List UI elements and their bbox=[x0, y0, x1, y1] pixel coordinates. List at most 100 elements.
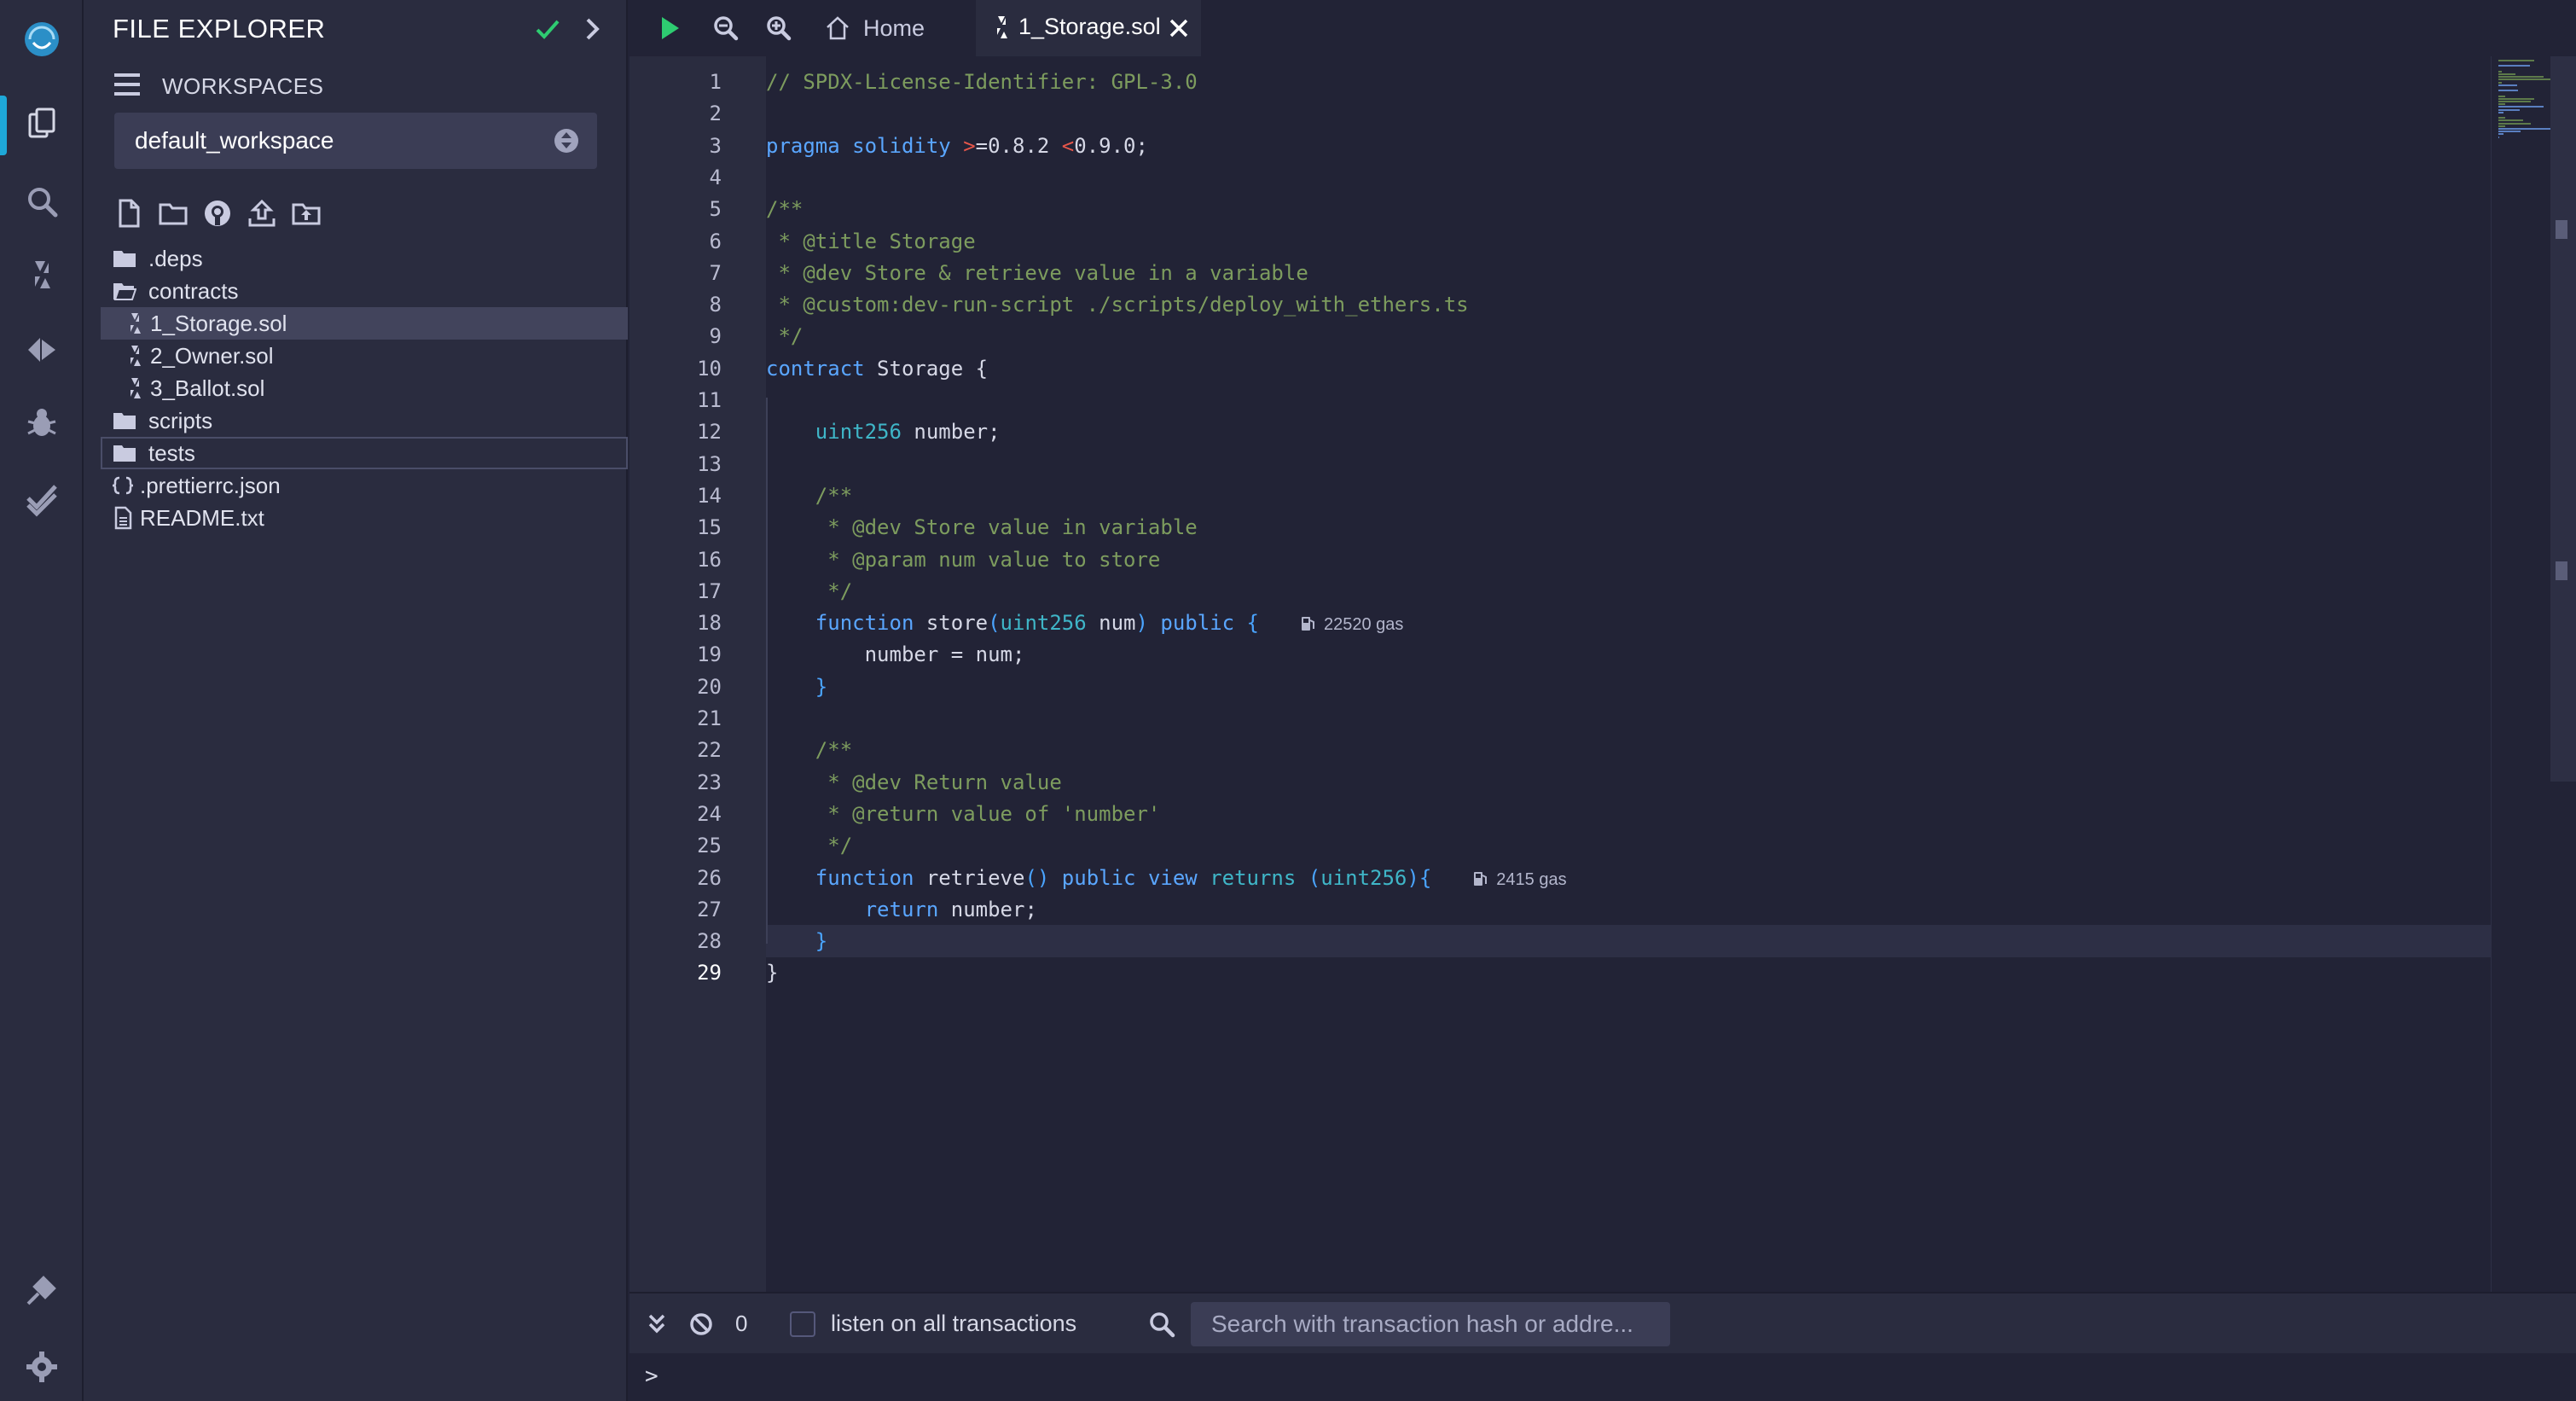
run-play-icon[interactable] bbox=[652, 10, 688, 46]
chevron-right-icon[interactable] bbox=[575, 12, 609, 46]
minimap-line bbox=[2498, 65, 2531, 67]
listen-all-transactions-label[interactable]: listen on all transactions bbox=[831, 1311, 1076, 1337]
line-number: 9 bbox=[709, 324, 722, 349]
line-number: 12 bbox=[697, 420, 722, 445]
search-icon[interactable] bbox=[0, 167, 84, 235]
code-line[interactable]: pragma solidity >=0.8.2 <0.9.0; bbox=[766, 131, 1148, 161]
workspace-select[interactable]: default_workspace bbox=[114, 113, 597, 169]
line-number: 11 bbox=[697, 388, 722, 412]
vertical-scrollbar[interactable] bbox=[2550, 56, 2576, 782]
panel-title: FILE EXPLORER bbox=[113, 14, 326, 44]
settings-gear-icon[interactable] bbox=[0, 1333, 84, 1401]
line-number: 24 bbox=[697, 801, 722, 826]
deploy-run-icon[interactable] bbox=[0, 316, 84, 384]
line-number: 18 bbox=[697, 611, 722, 636]
icon-rail bbox=[0, 0, 84, 1401]
solidity-file-icon bbox=[131, 378, 141, 398]
line-number: 16 bbox=[697, 547, 722, 572]
new-folder-button[interactable] bbox=[157, 196, 189, 230]
gas-estimate: 2415 gas bbox=[1472, 870, 1567, 889]
line-number-gutter: 1 2 3 4 5 6 7 8 9 10 11 12 13 14 15 16 17 18 19 20 21 22 23 24 2… bbox=[629, 56, 766, 1292]
line-number: 1 bbox=[709, 70, 722, 94]
code-line[interactable]: } bbox=[766, 926, 827, 956]
code-line[interactable]: } bbox=[766, 671, 827, 702]
code-line[interactable]: * @dev Store & retrieve value in a varia… bbox=[766, 258, 1308, 288]
tree-item-3-ballot[interactable]: 3_Ballot.sol bbox=[101, 372, 628, 404]
minimap-line bbox=[2498, 97, 2534, 100]
code-line[interactable]: */ bbox=[766, 321, 803, 352]
code-line[interactable]: number = num; bbox=[766, 639, 1025, 670]
debugger-icon[interactable] bbox=[0, 389, 84, 457]
collapse-chevrons-icon[interactable] bbox=[641, 1309, 672, 1340]
tree-item-2-owner[interactable]: 2_Owner.sol bbox=[101, 340, 628, 372]
minimap-line bbox=[2498, 90, 2518, 92]
folder-icon bbox=[113, 445, 136, 462]
line-number: 21 bbox=[697, 706, 722, 730]
code-line[interactable]: /** bbox=[766, 735, 852, 765]
pending-tx-count: 0 bbox=[735, 1311, 748, 1336]
line-number: 10 bbox=[697, 356, 722, 381]
line-number: 15 bbox=[697, 515, 722, 540]
code-line[interactable]: function store(uint256 num) public {2252… bbox=[766, 607, 1404, 640]
code-line[interactable]: uint256 number; bbox=[766, 416, 1001, 447]
workspace-select-value: default_workspace bbox=[135, 127, 334, 154]
editor-tab-bar: Home 1_Storage.sol bbox=[629, 0, 2576, 56]
code-line[interactable]: */ bbox=[766, 830, 852, 861]
code-line[interactable]: */ bbox=[766, 576, 852, 607]
code-line[interactable]: * @dev Store value in variable bbox=[766, 512, 1198, 543]
code-line[interactable]: /** bbox=[766, 480, 852, 511]
code-line[interactable]: /** bbox=[766, 194, 803, 224]
gas-estimate: 22520 gas bbox=[1300, 615, 1403, 634]
tree-item-tests[interactable]: tests bbox=[101, 437, 628, 469]
code-line[interactable]: // SPDX-License-Identifier: GPL-3.0 bbox=[766, 67, 1198, 97]
file-explorer-panel: FILE EXPLORER WORKSPACES default_workspa… bbox=[84, 0, 628, 1401]
minimap-line bbox=[2498, 125, 2506, 127]
tab-home[interactable]: Home bbox=[824, 0, 925, 56]
tree-item-readme[interactable]: README.txt bbox=[101, 502, 628, 534]
minimap-line bbox=[2498, 101, 2532, 102]
code-area[interactable]: // SPDX-License-Identifier: GPL-3.0 pragm… bbox=[766, 56, 2491, 1292]
code-editor[interactable]: 1 2 3 4 5 6 7 8 9 10 11 12 13 14 15 16 17 18 19 20 21 22 23 24 2… bbox=[629, 56, 2576, 1292]
solidity-compiler-icon[interactable] bbox=[0, 241, 84, 309]
solidity-file-icon bbox=[131, 346, 141, 366]
code-line[interactable]: } bbox=[766, 957, 778, 988]
file-explorer-icon[interactable] bbox=[0, 90, 84, 159]
solidity-file-icon bbox=[131, 313, 141, 334]
zoom-out-icon[interactable] bbox=[708, 10, 744, 46]
line-number: 22 bbox=[697, 738, 722, 763]
tree-item-contracts[interactable]: contracts bbox=[101, 275, 628, 307]
upload-file-button[interactable] bbox=[246, 196, 278, 230]
terminal-output[interactable]: > bbox=[629, 1353, 2576, 1401]
line-number: 20 bbox=[697, 674, 722, 699]
code-line[interactable]: * @dev Return value bbox=[766, 767, 1062, 798]
upload-folder-icon bbox=[292, 203, 321, 225]
new-file-button[interactable] bbox=[113, 196, 145, 230]
transaction-search-input[interactable] bbox=[1191, 1302, 1670, 1346]
tab-1-storage-sol[interactable]: 1_Storage.sol bbox=[976, 0, 1201, 56]
code-line[interactable]: return number; bbox=[766, 894, 1037, 925]
close-tab-icon[interactable] bbox=[1167, 16, 1191, 40]
tree-item-prettierrc[interactable]: .prettierrc.json bbox=[101, 469, 628, 502]
remix-logo-icon[interactable] bbox=[0, 5, 84, 73]
zoom-in-icon[interactable] bbox=[761, 10, 797, 46]
minimap-line bbox=[2498, 76, 2544, 78]
code-line[interactable]: * @param num value to store bbox=[766, 544, 1160, 575]
plugin-manager-icon[interactable] bbox=[0, 1256, 84, 1324]
search-icon bbox=[1150, 1312, 1175, 1338]
solidity-unit-testing-icon[interactable] bbox=[0, 464, 84, 532]
listen-all-transactions-checkbox[interactable] bbox=[790, 1311, 815, 1337]
github-button[interactable] bbox=[201, 196, 234, 230]
code-line[interactable]: * @return value of 'number' bbox=[766, 799, 1160, 829]
code-line[interactable]: * @title Storage bbox=[766, 226, 975, 257]
hamburger-menu-icon[interactable] bbox=[113, 70, 142, 99]
tab-active-label: 1_Storage.sol bbox=[1018, 14, 1161, 39]
code-line[interactable]: function retrieve() public view returns … bbox=[766, 863, 1567, 895]
code-line[interactable]: contract Storage { bbox=[766, 353, 988, 384]
upload-folder-button[interactable] bbox=[290, 196, 322, 230]
tree-item-deps[interactable]: .deps bbox=[101, 242, 628, 275]
tree-item-scripts[interactable]: scripts bbox=[101, 404, 628, 437]
tree-item-1-storage[interactable]: 1_Storage.sol bbox=[101, 307, 628, 340]
code-line[interactable]: * @custom:dev-run-script ./scripts/deplo… bbox=[766, 289, 1468, 320]
clear-console-icon[interactable] bbox=[686, 1309, 717, 1340]
check-icon bbox=[536, 20, 560, 39]
